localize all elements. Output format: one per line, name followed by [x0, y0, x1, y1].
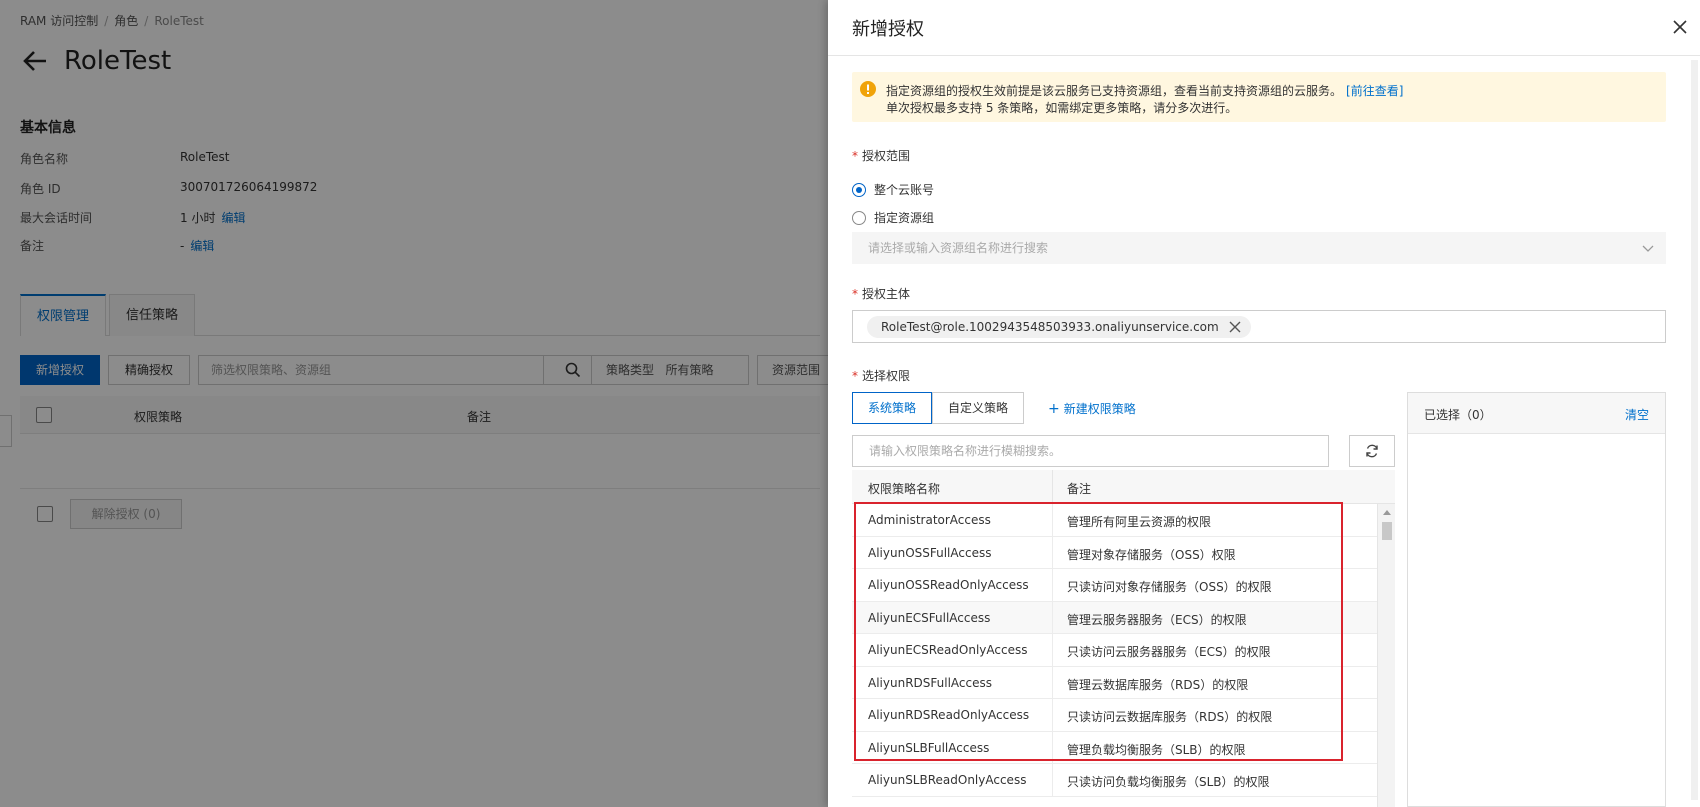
policy-table: 权限策略名称 备注 AdministratorAccess 管理所有阿里云资源的权…	[852, 470, 1395, 807]
policy-table-scrollbar[interactable]	[1377, 504, 1395, 807]
policy-table-header: 权限策略名称 备注	[852, 470, 1395, 504]
radio-button[interactable]	[852, 210, 866, 225]
scroll-thumb[interactable]	[1382, 522, 1392, 540]
drawer-header: 新增授权	[828, 0, 1700, 56]
table-row[interactable]: AliyunSLBFullAccess 管理负载均衡服务（SLB）的权限	[852, 731, 1377, 764]
principal-tag: RoleTest@role.1002943548503933.onaliyuns…	[867, 316, 1251, 338]
radio-button[interactable]	[852, 182, 866, 197]
add-permission-drawer: 新增授权 指定资源组的授权生效前提是该云服务已支持资源组，查看当前支持资源组的云…	[828, 0, 1700, 807]
close-icon[interactable]	[1670, 17, 1690, 37]
policy-table-body: AdministratorAccess 管理所有阿里云资源的权限 AliyunOS…	[852, 504, 1377, 797]
drawer-title: 新增授权	[852, 19, 924, 40]
table-row[interactable]: AliyunSLBReadOnlyAccess 只读访问负载均衡服务（SLB）的权…	[852, 764, 1377, 797]
principal-tag-text: RoleTest@role.1002943548503933.onaliyuns…	[881, 320, 1219, 334]
tab-system-policy[interactable]: 系统策略	[852, 392, 932, 424]
radio-resource-group[interactable]: 指定资源组	[852, 209, 934, 226]
principal-field-label: * 授权主体	[852, 287, 911, 301]
warning-icon	[860, 81, 876, 97]
radio-label: 整个云账号	[874, 183, 935, 197]
plus-icon: +	[1048, 401, 1060, 417]
scope-field-label: * 授权范围	[852, 149, 911, 163]
principal-input[interactable]: RoleTest@role.1002943548503933.onaliyuns…	[852, 310, 1666, 343]
table-row[interactable]: AliyunRDSFullAccess 管理云数据库服务（RDS）的权限	[852, 666, 1377, 699]
table-row[interactable]: AdministratorAccess 管理所有阿里云资源的权限	[852, 504, 1377, 537]
col-policy-name: 权限策略名称	[868, 482, 941, 496]
scroll-up-icon[interactable]	[1382, 508, 1392, 516]
resource-group-placeholder: 请选择或输入资源组名称进行搜索	[868, 241, 1049, 255]
alert-text-1: 指定资源组的授权生效前提是该云服务已支持资源组，查看当前支持资源组的云服务。	[886, 84, 1343, 98]
policy-search-input[interactable]: 请输入权限策略名称进行模糊搜索。	[852, 435, 1329, 467]
col-policy-note: 备注	[1067, 482, 1092, 496]
table-row[interactable]: AliyunECSReadOnlyAccess 只读访问云服务器服务（ECS）的权…	[852, 634, 1377, 667]
permission-field-label: * 选择权限	[852, 369, 911, 383]
selected-count: 已选择（0）	[1424, 408, 1492, 422]
tag-close-icon[interactable]	[1229, 321, 1241, 333]
radio-entire-account[interactable]: 整个云账号	[852, 181, 934, 198]
table-row[interactable]: AliyunOSSReadOnlyAccess 只读访问对象存储服务（OSS）的权…	[852, 569, 1377, 602]
table-row[interactable]: AliyunOSSFullAccess 管理对象存储服务（OSS）权限	[852, 536, 1377, 569]
table-row[interactable]: AliyunECSFullAccess 管理云服务器服务（ECS）的权限	[852, 601, 1377, 634]
tab-custom-policy[interactable]: 自定义策略	[932, 392, 1024, 424]
refresh-button[interactable]	[1349, 435, 1395, 467]
radio-label: 指定资源组	[874, 211, 935, 225]
clear-selection-link[interactable]: 清空	[1625, 406, 1649, 423]
drawer-scrollbar[interactable]	[1691, 60, 1698, 800]
resource-group-select[interactable]: 请选择或输入资源组名称进行搜索	[852, 232, 1666, 264]
table-row[interactable]: AliyunRDSReadOnlyAccess 只读访问云数据库服务（RDS）的权…	[852, 699, 1377, 732]
resource-group-alert: 指定资源组的授权生效前提是该云服务已支持资源组，查看当前支持资源组的云服务。 [前…	[852, 72, 1666, 122]
new-policy-link[interactable]: + 新建权限策略	[1048, 400, 1136, 417]
refresh-icon	[1366, 444, 1378, 458]
alert-text-2: 单次授权最多支持 5 条策略，如需绑定更多策略，请分多次进行。	[886, 101, 1238, 115]
view-supported-link[interactable]: [前往查看]	[1346, 84, 1403, 98]
chevron-down-icon	[1642, 245, 1654, 252]
selected-panel-header: 已选择（0） 清空	[1408, 393, 1665, 434]
selected-policies-panel: 已选择（0） 清空	[1407, 392, 1666, 807]
